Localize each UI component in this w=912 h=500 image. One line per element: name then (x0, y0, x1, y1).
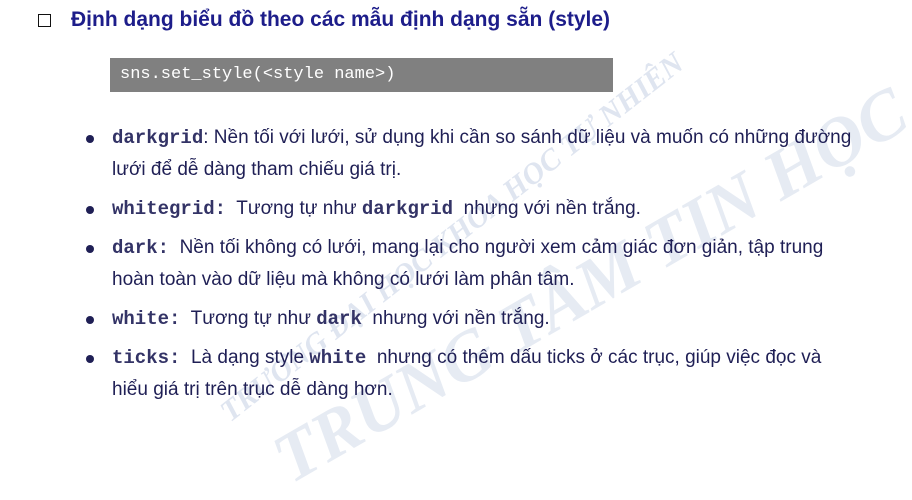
description: Nền tối không có lưới, mang lại cho ngườ… (112, 237, 829, 290)
keyword: darkgrid (112, 127, 204, 149)
description: Nền tối với lưới, sử dụng khi cần so sán… (112, 127, 852, 180)
keyword-ref: white (309, 347, 367, 369)
list-item-ticks: ticks: Là dạng style white nhưng có thêm… (0, 342, 912, 406)
bullet-icon (86, 355, 94, 363)
list-item-dark: dark: Nền tối không có lưới, mang lại ch… (0, 232, 912, 296)
section-heading: Định dạng biểu đồ theo các mẫu định dạng… (38, 8, 610, 32)
description: Là dạng style (180, 347, 310, 368)
style-list: darkgrid: Nền tối với lưới, sử dụng khi … (0, 122, 912, 413)
description-cont: nhưng với nền trắng. (453, 198, 641, 219)
keyword-ref: darkgrid (361, 198, 454, 220)
keyword: dark: (112, 237, 170, 259)
keyword-ref: dark (316, 308, 362, 330)
keyword: ticks: (112, 347, 181, 369)
heading-text: Định dạng biểu đồ theo các mẫu định dạng… (71, 8, 611, 31)
bullet-icon (86, 135, 94, 143)
list-item-darkgrid: darkgrid: Nền tối với lưới, sử dụng khi … (0, 122, 912, 186)
description: Tương tự như (226, 198, 362, 219)
description-cont: nhưng với nền trắng. (361, 308, 550, 329)
keyword: whitegrid: (112, 198, 227, 220)
bullet-icon (86, 206, 94, 214)
description: Tương tự như (180, 308, 317, 329)
checkbox-bullet-icon (38, 13, 51, 27)
list-item-whitegrid: whitegrid: Tương tự như darkgrid nhưng v… (0, 193, 912, 225)
keyword: white: (112, 308, 181, 330)
bullet-icon (86, 316, 94, 324)
bullet-icon (86, 245, 94, 253)
list-item-white: white: Tương tự như dark nhưng với nền t… (0, 303, 912, 335)
code-block: sns.set_style(<style name>) (110, 58, 613, 92)
